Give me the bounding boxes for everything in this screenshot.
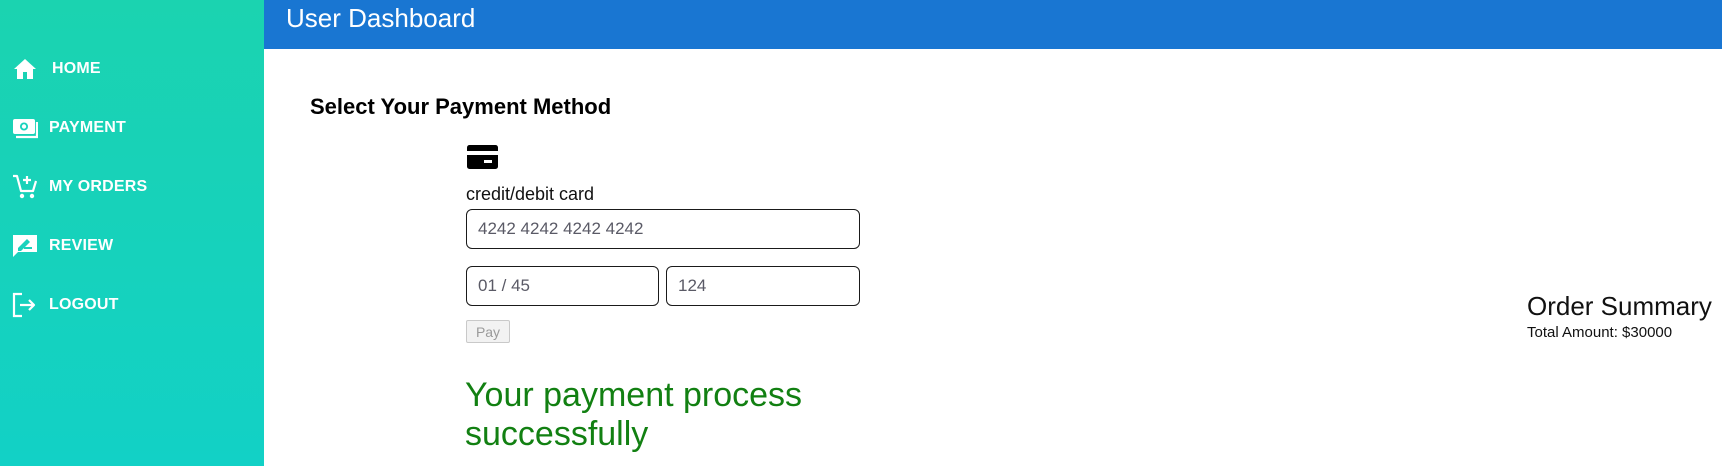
sidebar-item-logout[interactable]: LOGOUT xyxy=(12,290,119,320)
review-icon xyxy=(12,233,38,259)
sidebar-item-label: MY ORDERS xyxy=(49,178,148,195)
sidebar-item-label: PAYMENT xyxy=(49,119,126,136)
order-summary-title: Order Summary xyxy=(1527,291,1712,321)
sidebar-item-payment[interactable]: PAYMENT xyxy=(12,113,126,143)
page-title: User Dashboard xyxy=(286,3,476,33)
home-icon xyxy=(12,56,38,82)
payment-method-label: credit/debit card xyxy=(466,184,595,204)
sidebar: HOME PAYMENT MY ORDERS REVIEW LOGOUT xyxy=(0,0,264,466)
payment-icon xyxy=(12,115,38,141)
sidebar-item-home[interactable]: HOME xyxy=(12,54,101,84)
sidebar-item-label: HOME xyxy=(52,60,101,77)
credit-card-icon xyxy=(466,144,499,170)
sidebar-item-my-orders[interactable]: MY ORDERS xyxy=(12,172,147,202)
payment-success-message: Your payment process successfully xyxy=(465,376,803,453)
app-root: HOME PAYMENT MY ORDERS REVIEW LOGOUT Use… xyxy=(0,0,1722,466)
card-number-input[interactable] xyxy=(466,209,860,249)
sidebar-item-label: LOGOUT xyxy=(49,296,119,313)
cart-icon xyxy=(12,174,38,200)
payment-method-heading: Select Your Payment Method xyxy=(310,94,612,119)
logout-icon xyxy=(12,292,38,318)
order-total-amount: Total Amount: $30000 xyxy=(1527,324,1673,341)
card-expiry-input[interactable] xyxy=(466,266,659,306)
sidebar-item-label: REVIEW xyxy=(49,237,114,254)
card-cvc-input[interactable] xyxy=(666,266,860,306)
top-app-bar: User Dashboard xyxy=(264,0,1722,49)
pay-button[interactable]: Pay xyxy=(466,320,510,343)
sidebar-item-review[interactable]: REVIEW xyxy=(12,231,113,261)
